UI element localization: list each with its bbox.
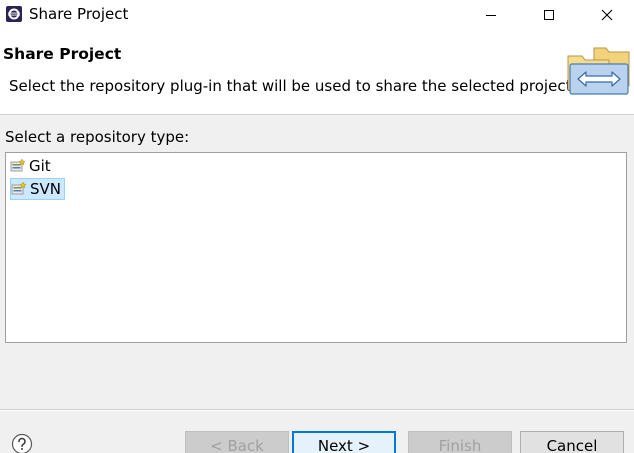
share-project-banner-icon bbox=[567, 47, 630, 95]
repository-item-label: Git bbox=[29, 157, 51, 175]
cancel-button[interactable]: Cancel bbox=[520, 431, 624, 453]
repository-type-label: Select a repository type: bbox=[5, 128, 190, 146]
maximize-button[interactable] bbox=[526, 0, 572, 30]
window-title: Share Project bbox=[29, 5, 129, 23]
close-icon bbox=[601, 9, 613, 21]
repository-item-svn[interactable]: SVN bbox=[10, 178, 66, 200]
title-bar: Share Project bbox=[0, 0, 634, 30]
page-title: Share Project bbox=[3, 45, 122, 63]
share-project-dialog: Share Project Share Project Select the r… bbox=[0, 0, 634, 453]
svn-repository-icon bbox=[11, 180, 27, 194]
footer-separator-highlight bbox=[0, 410, 634, 411]
next-button[interactable]: Next > bbox=[292, 431, 396, 453]
wizard-banner: Share Project Select the repository plug… bbox=[0, 30, 634, 115]
page-description: Select the repository plug-in that will … bbox=[9, 77, 577, 95]
git-repository-icon bbox=[10, 157, 26, 171]
close-button[interactable] bbox=[584, 0, 630, 30]
repository-item-git[interactable]: Git bbox=[10, 155, 54, 177]
minimize-icon bbox=[486, 15, 496, 16]
back-button[interactable]: < Back bbox=[185, 431, 289, 453]
help-icon[interactable] bbox=[11, 433, 33, 453]
maximize-icon bbox=[544, 10, 554, 20]
eclipse-app-icon bbox=[6, 6, 22, 22]
repository-item-label: SVN bbox=[30, 180, 62, 198]
repository-type-list[interactable]: Git SVN bbox=[5, 152, 627, 343]
finish-button[interactable]: Finish bbox=[408, 431, 512, 453]
minimize-button[interactable] bbox=[468, 0, 514, 30]
